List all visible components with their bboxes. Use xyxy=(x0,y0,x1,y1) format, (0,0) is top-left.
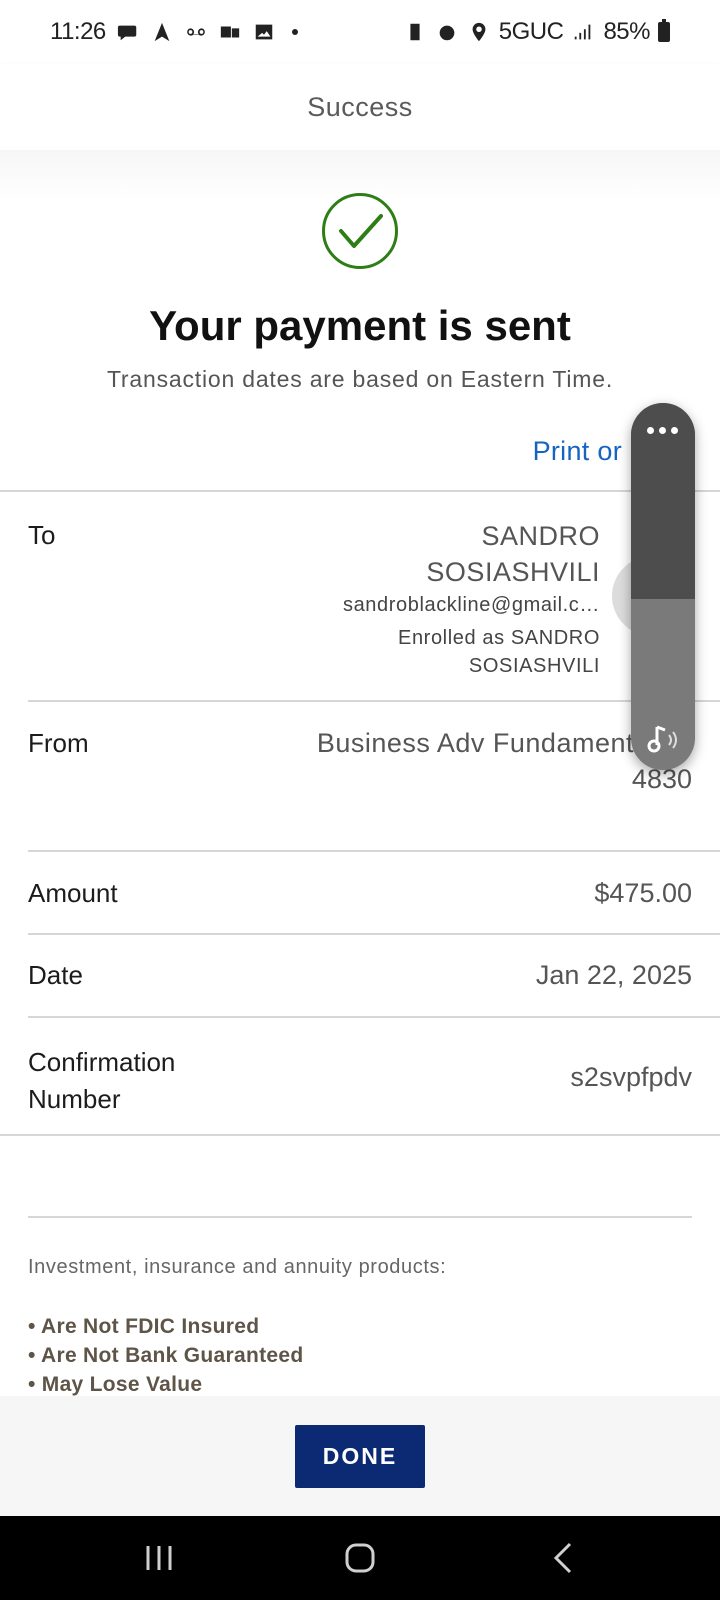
amount-value: $475.00 xyxy=(594,878,692,908)
disclaimer-item: • May Lose Value xyxy=(28,1373,203,1396)
to-label: To xyxy=(28,520,56,550)
recipient-name-line1: SANDRO xyxy=(481,521,600,551)
network-type: 5GUC xyxy=(498,18,564,45)
date-label: Date xyxy=(28,960,83,990)
system-nav-bar xyxy=(0,1516,720,1600)
divider xyxy=(28,1016,720,1018)
amount-label: Amount xyxy=(28,878,118,908)
music-volume-icon[interactable] xyxy=(645,721,681,757)
disclaimer-item: • Are Not Bank Guaranteed xyxy=(28,1344,304,1367)
battery-icon xyxy=(658,19,670,42)
done-button[interactable]: DONE xyxy=(295,1425,425,1488)
date-value: Jan 22, 2025 xyxy=(535,960,692,990)
alarm-icon xyxy=(435,20,459,44)
recipient-enrolled: Enrolled as SANDRO SOSIASHVILI xyxy=(398,624,600,680)
divider xyxy=(28,1216,692,1218)
battery-saver-icon xyxy=(403,20,427,44)
gallery-icon xyxy=(252,20,276,44)
volume-slider-panel[interactable] xyxy=(631,403,695,770)
recipient-email: sandroblackline@gmail.c… xyxy=(342,594,600,616)
confirmation-label: Confirmation Number xyxy=(28,1044,175,1118)
divider xyxy=(28,850,720,852)
signal-icon xyxy=(571,20,595,44)
home-icon[interactable] xyxy=(340,1538,380,1578)
success-hero: Your payment is sent Transaction dates a… xyxy=(0,150,720,490)
disclaimer-heading: Investment, insurance and annuity produc… xyxy=(28,1256,447,1278)
back-icon[interactable] xyxy=(543,1538,583,1578)
confirmation-number: s2svpfpdv xyxy=(570,1062,692,1092)
confirmation-label-line2: Number xyxy=(28,1084,121,1114)
recipient-name: SANDRO SOSIASHVILI xyxy=(426,518,600,590)
app-header: Success xyxy=(0,64,720,150)
outlook-icon xyxy=(218,20,242,44)
disclaimer-item: • Are Not FDIC Insured xyxy=(28,1315,260,1338)
more-notifications-dot xyxy=(291,29,298,35)
location-icon xyxy=(467,20,491,44)
battery-percent: 85% xyxy=(603,18,650,45)
divider xyxy=(28,933,720,935)
status-bar: 11:26 5GUC 85% xyxy=(0,0,720,64)
from-label: From xyxy=(28,728,89,758)
divider xyxy=(0,1134,720,1136)
divider xyxy=(28,700,720,702)
success-heading: Your payment is sent xyxy=(149,302,571,349)
recent-apps-icon[interactable] xyxy=(139,1538,179,1578)
print-or-save-link[interactable]: Print or xyxy=(533,436,622,467)
enrolled-line2: SOSIASHVILI xyxy=(468,655,600,677)
from-account: Business Adv Fundament xyxy=(316,728,634,758)
timezone-note: Transaction dates are based on Eastern T… xyxy=(106,366,614,392)
page-title: Success xyxy=(307,91,413,122)
more-options-icon[interactable] xyxy=(647,427,678,434)
recipient-name-line2: SOSIASHVILI xyxy=(426,557,600,587)
success-check-icon xyxy=(322,193,398,269)
status-time: 11:26 xyxy=(50,18,106,45)
confirmation-label-line1: Confirmation xyxy=(28,1047,176,1077)
enrolled-line1: Enrolled as SANDRO xyxy=(398,627,600,649)
navigation-arrow-icon xyxy=(150,20,174,44)
divider xyxy=(0,490,720,492)
voicemail-icon xyxy=(184,20,208,44)
disclaimer-list: • Are Not FDIC Insured • Are Not Bank Gu… xyxy=(28,1312,303,1399)
chat-notification-icon xyxy=(116,20,140,44)
